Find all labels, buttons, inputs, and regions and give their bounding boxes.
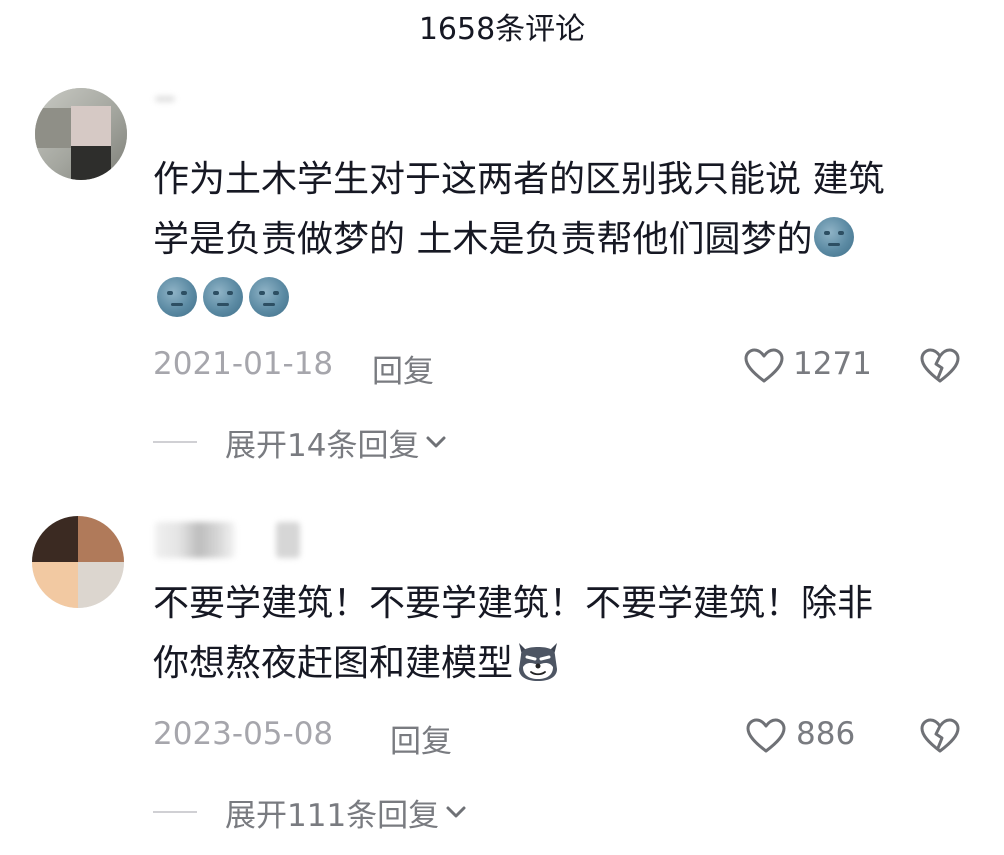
like-count: 886 [796,716,856,752]
reply-button[interactable]: 回复 [390,716,452,761]
reply-button[interactable]: 回复 [372,346,434,391]
comment-date: 2023-05-08 [153,716,334,752]
divider-line [153,811,197,813]
chevron-down-icon [446,806,466,818]
username-blurred[interactable] [276,522,300,558]
divider-line [153,441,197,443]
heart-icon[interactable] [746,718,786,754]
comment-text-line: 你想熬夜赶图和建模型 [153,643,514,684]
avatar[interactable] [35,88,127,180]
expand-replies[interactable]: 展开111条回复 [153,792,467,834]
comment-text: 作为土木学生对于这两者的区别我只能说 建筑 学是负责做梦的 土木是负责帮他们圆梦… [153,150,973,330]
broken-heart-icon[interactable] [920,718,960,754]
comment-text: 不要学建筑！不要学建筑！不要学建筑！除非 你想熬夜赶图和建模型 [153,574,973,694]
moon-face-emoji-icon [157,277,197,317]
moon-face-emoji-icon [814,217,855,257]
heart-icon[interactable] [744,348,784,384]
username-blurred[interactable] [155,96,175,102]
expand-replies[interactable]: 展开14条回复 [153,422,447,464]
comment-text-line: 作为土木学生对于这两者的区别我只能说 建筑 [153,159,885,200]
chevron-down-icon [426,436,446,448]
expand-replies-label: 展开14条回复 [225,427,420,464]
comment-date: 2021-01-18 [153,346,334,382]
broken-heart-icon[interactable] [920,348,960,384]
avatar[interactable] [32,516,124,608]
username-blurred[interactable] [155,522,235,558]
moon-face-emoji-icon [203,277,243,317]
comment-text-line: 不要学建筑！不要学建筑！不要学建筑！除非 [153,583,874,624]
like-count: 1271 [793,346,872,382]
comments-count-title: 1658条评论 [418,12,586,47]
husky-emoji-icon [513,639,563,683]
expand-replies-label: 展开111条回复 [225,797,440,834]
moon-face-emoji-icon [249,277,289,317]
comment-text-line: 学是负责做梦的 土木是负责帮他们圆梦的 [153,219,813,260]
